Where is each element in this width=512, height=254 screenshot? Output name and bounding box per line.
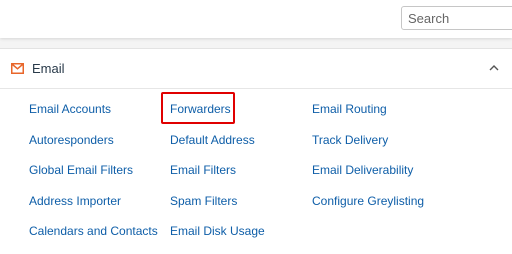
autoresponders-link[interactable]: Autoresponders xyxy=(29,133,114,147)
email-accounts-link[interactable]: Email Accounts xyxy=(29,102,111,116)
global-email-filters-link[interactable]: Global Email Filters xyxy=(29,163,133,177)
calendars-and-contacts-link[interactable]: Calendars and Contacts xyxy=(29,224,158,238)
email-disk-usage-link[interactable]: Email Disk Usage xyxy=(170,224,265,238)
address-importer-link[interactable]: Address Importer xyxy=(29,194,121,208)
spam-filters-link[interactable]: Spam Filters xyxy=(170,194,237,208)
email-deliverability-link[interactable]: Email Deliverability xyxy=(312,163,413,177)
email-section-header[interactable]: Email xyxy=(0,49,512,89)
top-bar xyxy=(0,0,512,38)
default-address-link[interactable]: Default Address xyxy=(170,133,255,147)
mail-icon xyxy=(11,63,24,74)
email-filters-link[interactable]: Email Filters xyxy=(170,163,236,177)
search-input[interactable] xyxy=(401,6,512,30)
configure-greylisting-link[interactable]: Configure Greylisting xyxy=(312,194,424,208)
email-section-panel: Email Email Accounts Autoresponders Glob… xyxy=(0,48,512,254)
chevron-up-icon[interactable] xyxy=(488,63,500,73)
forwarders-link[interactable]: Forwarders xyxy=(170,102,231,116)
track-delivery-link[interactable]: Track Delivery xyxy=(312,133,388,147)
email-routing-link[interactable]: Email Routing xyxy=(312,102,387,116)
section-title: Email xyxy=(32,61,65,76)
